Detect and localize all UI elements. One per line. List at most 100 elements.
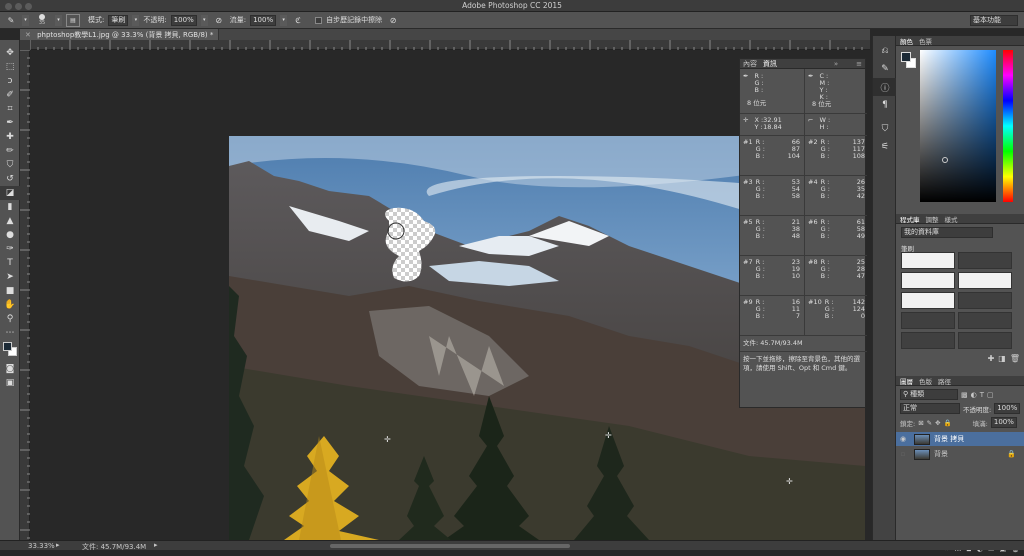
info-panel-icon[interactable]: ⓘ — [873, 78, 897, 96]
layer-filter-select[interactable]: ⚲ 種類 — [900, 389, 958, 400]
tab-styles[interactable]: 樣式 — [945, 214, 958, 224]
brush-thumbnail[interactable] — [901, 332, 955, 349]
lock-all-icon[interactable]: 🔒 — [944, 419, 952, 427]
brush-thumbnail[interactable] — [958, 252, 1012, 269]
lasso-tool-icon[interactable]: ↄ — [0, 74, 20, 88]
delete-icon[interactable]: 🗑 — [1010, 354, 1020, 363]
lock-position-icon[interactable]: ✥ — [935, 419, 940, 427]
filter-adjust-icon[interactable]: ◐ — [971, 391, 977, 399]
lock-image-icon[interactable]: ✎ — [927, 419, 932, 427]
visibility-eye-icon[interactable]: ◉ — [896, 435, 910, 443]
pressure-size-icon[interactable]: ⊘ — [386, 14, 400, 27]
ruler-origin[interactable] — [20, 40, 30, 50]
flow-field[interactable]: 100% — [250, 14, 277, 26]
stock-icon[interactable]: ◨ — [998, 354, 1006, 363]
layer-row[interactable]: ▫ 背景 🔒 — [896, 447, 1024, 461]
tab-adjustments[interactable]: 調整 — [926, 214, 939, 224]
opacity-field[interactable]: 100% — [170, 14, 197, 26]
airbrush-icon[interactable]: ℭ — [291, 14, 305, 27]
brush-thumbnail[interactable] — [958, 272, 1012, 289]
filter-type-icon[interactable]: T — [980, 391, 984, 399]
tab-color[interactable]: 顏色 — [900, 36, 913, 46]
gradient-tool-icon[interactable]: ▮ — [0, 200, 20, 214]
info-panel-menu-icon[interactable]: ≡ — [856, 60, 862, 68]
vertical-ruler[interactable] — [20, 49, 30, 540]
color-swatches[interactable] — [0, 340, 19, 362]
brush-tool-icon[interactable]: ✏ — [0, 144, 20, 158]
document-tab[interactable]: ✕ phptoshop教學L1.jpg @ 33.3% (背景 拷貝, RGB/… — [20, 29, 220, 40]
tab-properties[interactable]: 內容 — [743, 59, 757, 69]
layer-name[interactable]: 背景 拷貝 — [934, 434, 964, 444]
filter-pixel-icon[interactable]: ▩ — [961, 391, 968, 399]
history-brush-tool-icon[interactable]: ↺ — [0, 172, 20, 186]
screen-mode-icon[interactable]: ▣ — [0, 376, 20, 390]
brush-panel-toggle-icon[interactable]: ▤ — [66, 13, 80, 27]
blur-tool-icon[interactable]: ▲ — [0, 214, 20, 228]
move-tool-icon[interactable]: ✥ — [0, 46, 20, 60]
color-spectrum-field[interactable] — [920, 50, 996, 202]
workspace-select[interactable]: 基本功能 — [970, 15, 1018, 26]
tab-channels[interactable]: 色版 — [919, 376, 932, 386]
history-panel-icon[interactable]: ⎌ — [873, 42, 897, 60]
zoom-tool-icon[interactable]: ⚲ — [0, 312, 20, 326]
clone-stamp-tool-icon[interactable]: ⛉ — [0, 158, 20, 172]
mode-select[interactable]: 筆刷 — [108, 14, 129, 26]
info-panel-collapse-icon[interactable]: » — [834, 60, 838, 68]
type-tool-icon[interactable]: T — [0, 256, 20, 270]
crop-tool-icon[interactable]: ⌗ — [0, 102, 20, 116]
tool-preset-dropdown[interactable]: ▾ — [22, 14, 29, 26]
brush-settings-icon[interactable]: ✎ — [873, 60, 897, 78]
visibility-eye-icon[interactable]: ▫ — [896, 450, 910, 458]
eraser-tool-icon[interactable]: ◪ — [0, 186, 20, 200]
horizontal-ruler[interactable] — [29, 40, 870, 50]
path-selection-tool-icon[interactable]: ➤ — [0, 270, 20, 284]
pressure-opacity-icon[interactable]: ⊘ — [212, 14, 226, 27]
tab-swatches[interactable]: 色票 — [919, 36, 932, 46]
brush-picker-dropdown[interactable]: ▾ — [55, 14, 62, 26]
status-arrow-icon[interactable]: ▸ — [56, 541, 60, 549]
pen-tool-icon[interactable]: ✑ — [0, 242, 20, 256]
opacity-dropdown-arrow[interactable]: ▾ — [200, 14, 208, 26]
character-panel-icon[interactable]: ¶ — [873, 96, 897, 114]
quick-mask-icon[interactable]: ◙ — [0, 362, 20, 376]
erase-history-checkbox[interactable] — [315, 16, 323, 24]
color-picker-cursor[interactable] — [942, 157, 948, 163]
layer-opacity-field[interactable]: 100% — [994, 403, 1021, 414]
brush-thumbnail[interactable] — [901, 312, 955, 329]
hand-tool-icon[interactable]: ✋ — [0, 298, 20, 312]
brush-thumbnail[interactable] — [901, 292, 955, 309]
foreground-color-chip[interactable] — [901, 52, 911, 62]
edit-toolbar-icon[interactable]: ⋯ — [0, 326, 20, 340]
healing-brush-tool-icon[interactable]: ✚ — [0, 130, 20, 144]
fill-field[interactable]: 100% — [990, 417, 1017, 428]
eyedropper-tool-icon[interactable]: ✒ — [0, 116, 20, 130]
mode-dropdown-arrow[interactable]: ▾ — [132, 14, 140, 26]
horizontal-scrollbar[interactable] — [330, 544, 570, 548]
tab-paths[interactable]: 路徑 — [938, 376, 951, 386]
layer-name[interactable]: 背景 — [934, 449, 948, 459]
filter-shape-icon[interactable]: ▢ — [987, 391, 994, 399]
brush-thumbnail[interactable] — [901, 272, 955, 289]
layer-row[interactable]: ◉ 背景 拷貝 — [896, 432, 1024, 446]
adjustments-icon[interactable]: ⚟ — [873, 138, 897, 156]
blend-mode-select[interactable]: 正常 — [900, 403, 960, 414]
brush-thumbnail[interactable] — [958, 292, 1012, 309]
add-content-icon[interactable]: ✚ — [988, 354, 995, 363]
brush-thumbnail[interactable] — [958, 312, 1012, 329]
foreground-color-swatch[interactable] — [3, 342, 12, 351]
brush-thumbnail[interactable] — [958, 332, 1012, 349]
eraser-tool-preset-icon[interactable]: ✎ — [4, 14, 18, 27]
quick-selection-tool-icon[interactable]: ✐ — [0, 88, 20, 102]
tab-info[interactable]: 資訊 — [763, 59, 777, 69]
tab-layers[interactable]: 圖層 — [900, 376, 913, 386]
status-menu-icon[interactable]: ▸ — [154, 541, 158, 549]
library-select[interactable]: 我的資料庫 — [901, 227, 993, 238]
rectangle-tool-icon[interactable]: ■ — [0, 284, 20, 298]
clone-source-icon[interactable]: ⛉ — [873, 120, 897, 138]
close-tab-icon[interactable]: ✕ — [25, 31, 31, 39]
flow-dropdown-arrow[interactable]: ▾ — [280, 14, 288, 26]
lock-transparent-icon[interactable]: ⊠ — [918, 419, 923, 427]
dodge-tool-icon[interactable]: ● — [0, 228, 20, 242]
zoom-level[interactable]: 33.33% — [28, 542, 55, 550]
tab-libraries[interactable]: 程式庫 — [900, 214, 920, 224]
